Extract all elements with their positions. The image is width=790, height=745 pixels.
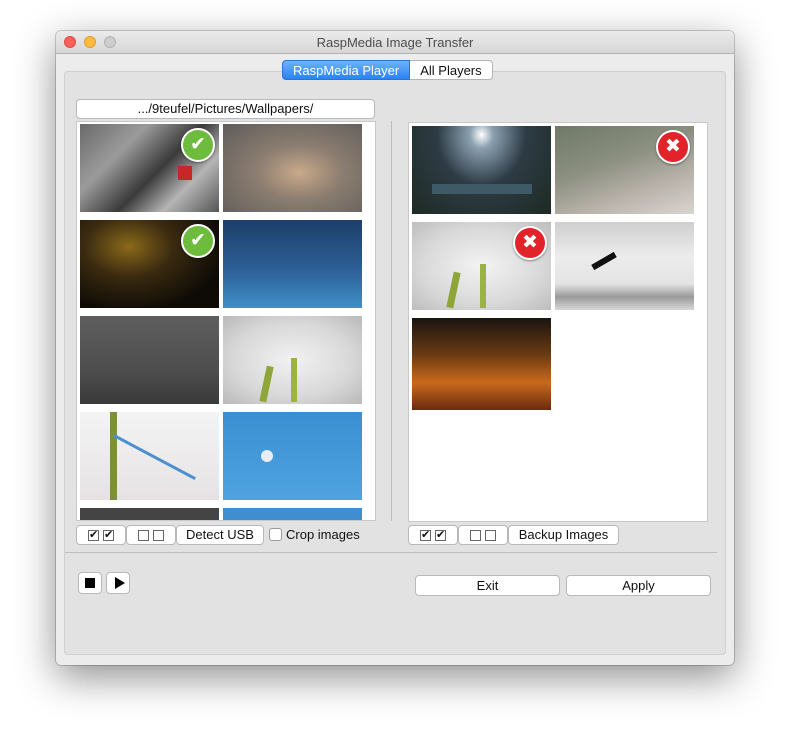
exit-button[interactable]: Exit [415, 575, 560, 596]
folder-path-button[interactable]: .../9teufel/Pictures/Wallpapers/ [76, 99, 375, 119]
select-all-button[interactable]: ✔ ✔ [408, 525, 458, 545]
image-thumb[interactable] [223, 220, 362, 308]
red-light-detail [178, 166, 192, 180]
apply-button[interactable]: Apply [566, 575, 711, 596]
backup-images-button[interactable]: Backup Images [508, 525, 619, 545]
stem-detail [110, 412, 117, 500]
image-thumb[interactable] [80, 508, 219, 520]
tab-all-players[interactable]: All Players [410, 60, 493, 80]
image-thumb[interactable] [80, 412, 219, 500]
stop-icon [85, 578, 95, 588]
app-window: RaspMedia Image Transfer RaspMedia Playe… [56, 31, 734, 665]
crop-images-label: Crop images [286, 527, 360, 542]
title-bar[interactable]: RaspMedia Image Transfer [56, 31, 734, 54]
delete-x-icon: ✖ [513, 226, 547, 260]
deselect-all-button[interactable] [126, 525, 176, 545]
stem-detail [291, 358, 297, 402]
stem-detail [480, 264, 486, 308]
image-thumb[interactable] [223, 412, 362, 500]
image-thumb[interactable] [223, 508, 362, 520]
empty-box-icon [153, 530, 164, 542]
selected-check-icon: ✔ [181, 224, 215, 258]
pond-detail [432, 184, 532, 194]
crop-images-option[interactable]: Crop images [269, 525, 360, 545]
image-thumb[interactable]: ✔ [80, 220, 219, 308]
stop-button[interactable] [78, 572, 102, 594]
selected-check-icon: ✔ [181, 128, 215, 162]
checked-box-icon: ✔ [435, 529, 446, 542]
image-thumb[interactable]: ✖ [555, 126, 694, 214]
bird-detail [591, 251, 617, 271]
deselect-all-button[interactable] [458, 525, 508, 545]
image-thumb[interactable] [223, 124, 362, 212]
image-thumb[interactable]: ✔ [80, 124, 219, 212]
detect-usb-button[interactable]: Detect USB [176, 525, 264, 545]
tab-raspmedia-player[interactable]: RaspMedia Player [282, 60, 411, 80]
play-icon [115, 577, 125, 589]
image-thumb[interactable] [412, 126, 551, 214]
image-thumb[interactable] [555, 222, 694, 310]
checked-box-icon: ✔ [103, 529, 114, 542]
horizontal-separator [65, 552, 717, 553]
image-thumb[interactable] [223, 316, 362, 404]
image-thumb[interactable] [80, 316, 219, 404]
play-button[interactable] [106, 572, 130, 594]
checked-box-icon: ✔ [88, 529, 99, 542]
moon-detail [261, 450, 273, 462]
select-all-button[interactable]: ✔ ✔ [76, 525, 126, 545]
empty-box-icon [470, 530, 481, 542]
dragonfly-detail [113, 434, 196, 481]
checked-box-icon: ✔ [420, 529, 431, 542]
player-image-grid[interactable]: ✖ ✖ [408, 122, 708, 522]
empty-box-icon [138, 530, 149, 542]
panel-divider [391, 121, 392, 521]
empty-box-icon [485, 530, 496, 542]
stem-detail [259, 365, 274, 403]
local-image-grid[interactable]: ✔ ✔ [76, 121, 376, 521]
stem-detail [446, 271, 461, 309]
image-thumb[interactable] [412, 318, 551, 410]
image-thumb[interactable]: ✖ [412, 222, 551, 310]
crop-images-checkbox[interactable] [269, 528, 282, 542]
delete-x-icon: ✖ [656, 130, 690, 164]
tab-bar: RaspMedia Player All Players [282, 60, 493, 80]
window-title: RaspMedia Image Transfer [316, 35, 474, 50]
